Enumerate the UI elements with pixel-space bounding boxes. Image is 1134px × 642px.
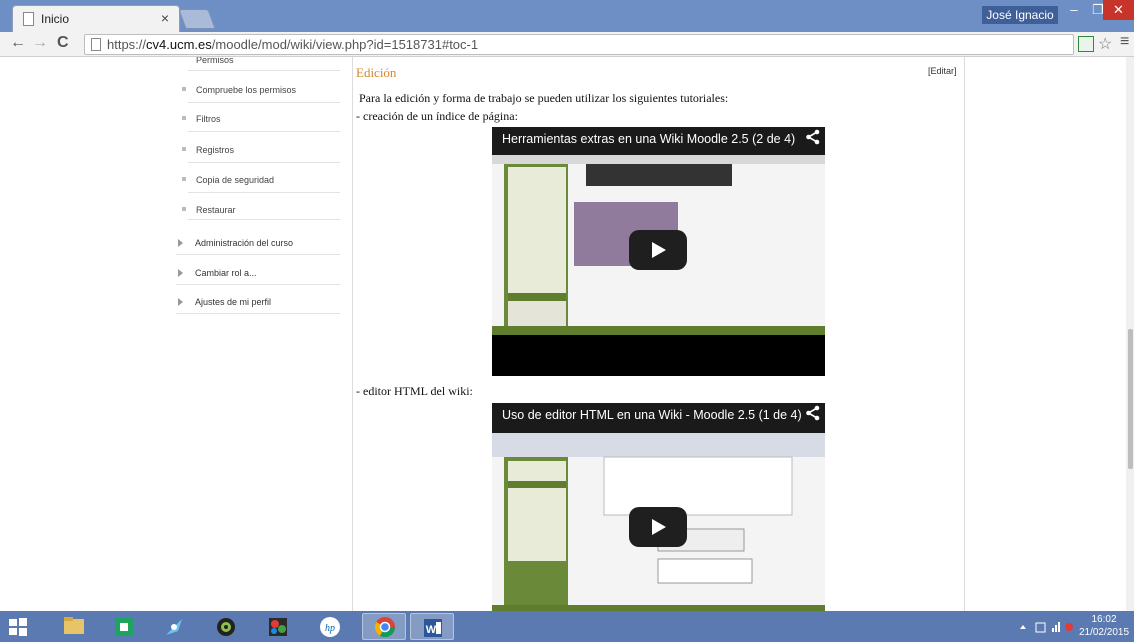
share-icon[interactable] bbox=[805, 405, 821, 421]
play-button[interactable] bbox=[629, 230, 687, 270]
svg-text:hp: hp bbox=[325, 623, 335, 634]
expand-arrow-icon bbox=[178, 298, 183, 306]
camera-app-icon[interactable] bbox=[204, 613, 248, 640]
windows-taskbar: hp W 16:02 21/02/2015 bbox=[0, 611, 1134, 642]
divider bbox=[188, 162, 340, 163]
url-text: https://cv4.ucm.es/moodle/mod/wiki/view.… bbox=[107, 37, 479, 52]
clock-date: 21/02/2015 bbox=[1078, 627, 1130, 638]
expand-arrow-icon bbox=[178, 239, 183, 247]
back-icon[interactable]: ← bbox=[10, 34, 26, 52]
column-divider bbox=[964, 57, 965, 611]
sidebar-item-registros[interactable]: Registros bbox=[182, 145, 234, 155]
word-icon[interactable]: W bbox=[410, 613, 454, 640]
sidebar-item-compruebe-permisos[interactable]: Compruebe los permisos bbox=[182, 85, 296, 95]
bullet-icon bbox=[182, 147, 186, 151]
sidebar-item-cambiar-rol[interactable]: Cambiar rol a... bbox=[178, 268, 257, 278]
menu-icon[interactable]: ≡ bbox=[1120, 33, 1129, 51]
edit-link[interactable]: [Editar] bbox=[928, 66, 957, 76]
divider bbox=[176, 313, 340, 314]
bullet-icon bbox=[182, 87, 186, 91]
screen: Inicio × José Ignacio – ❐ ✕ ← → C https:… bbox=[0, 0, 1134, 642]
web-page: Permisos Compruebe los permisos Filtros … bbox=[0, 57, 1134, 611]
divider bbox=[188, 219, 340, 220]
video-title[interactable]: Herramientas extras en una Wiki Moodle 2… bbox=[502, 132, 795, 146]
svg-text:W: W bbox=[426, 624, 437, 636]
system-clock[interactable]: 16:02 21/02/2015 bbox=[1078, 613, 1130, 639]
divider bbox=[188, 131, 340, 132]
extension-icon[interactable] bbox=[1078, 36, 1094, 52]
reload-icon[interactable]: C bbox=[57, 34, 69, 52]
tutorial-label-2: - editor HTML del wiki: bbox=[356, 384, 473, 398]
sidebar-item-restaurar[interactable]: Restaurar bbox=[182, 205, 236, 215]
new-tab-button[interactable] bbox=[178, 9, 216, 29]
system-tray bbox=[1020, 622, 1073, 633]
bullet-icon bbox=[182, 177, 186, 181]
windows-start-icon[interactable] bbox=[8, 617, 28, 637]
address-bar[interactable]: https://cv4.ucm.es/moodle/mod/wiki/view.… bbox=[84, 34, 1074, 55]
play-button[interactable] bbox=[629, 507, 687, 547]
sidebar-item-ajustes-perfil[interactable]: Ajustes de mi perfil bbox=[178, 297, 271, 307]
app-rocket-icon[interactable] bbox=[152, 613, 196, 640]
divider bbox=[176, 284, 340, 285]
expand-arrow-icon bbox=[178, 269, 183, 277]
divider bbox=[188, 70, 340, 71]
tab-close-icon[interactable]: × bbox=[161, 10, 169, 26]
tutorial-label-1: - creación de un índice de página: bbox=[356, 109, 518, 123]
hp-icon[interactable]: hp bbox=[308, 613, 352, 640]
network-icon bbox=[1035, 622, 1046, 633]
clock-time: 16:02 bbox=[1091, 614, 1117, 625]
volume-icon bbox=[1065, 623, 1073, 631]
sidebar-item-administracion-curso[interactable]: Administración del curso bbox=[178, 238, 293, 248]
page-icon bbox=[91, 38, 101, 51]
sidebar-item-permisos[interactable]: Permisos bbox=[196, 57, 234, 65]
divider bbox=[176, 254, 340, 255]
tab-title: Inicio bbox=[41, 12, 70, 26]
sidebar-item-filtros[interactable]: Filtros bbox=[182, 114, 221, 124]
section-title: Edición bbox=[356, 65, 397, 80]
chrome-icon[interactable] bbox=[362, 613, 406, 640]
page-icon bbox=[23, 12, 34, 26]
intro-text: Para la edición y forma de trabajo se pu… bbox=[359, 91, 729, 105]
divider bbox=[188, 192, 340, 193]
sidebar-item-copia-seguridad[interactable]: Copia de seguridad bbox=[182, 175, 274, 185]
divider bbox=[188, 102, 340, 103]
minimize-icon[interactable]: – bbox=[1062, 0, 1086, 20]
bullet-icon bbox=[182, 207, 186, 211]
scroll-thumb[interactable] bbox=[1128, 329, 1133, 469]
tray-expand-icon bbox=[1020, 625, 1026, 629]
user-profile-button[interactable]: José Ignacio bbox=[982, 6, 1058, 24]
browser-tab[interactable]: Inicio × bbox=[12, 5, 180, 32]
close-window-icon[interactable]: ✕ bbox=[1103, 0, 1134, 20]
video-player-2[interactable]: Uso de editor HTML en una Wiki - Moodle … bbox=[492, 403, 825, 611]
bookmark-star-icon[interactable]: ☆ bbox=[1098, 34, 1112, 54]
main-content: Edición [Editar] Para la edición y forma… bbox=[352, 57, 964, 611]
forward-icon[interactable]: → bbox=[32, 34, 48, 52]
bullet-icon bbox=[182, 116, 186, 120]
video-player-1[interactable]: Herramientas extras en una Wiki Moodle 2… bbox=[492, 127, 825, 376]
media-app-icon[interactable] bbox=[256, 613, 300, 640]
sidebar: Permisos Compruebe los permisos Filtros … bbox=[0, 57, 352, 611]
store-icon[interactable] bbox=[102, 613, 146, 640]
video-title[interactable]: Uso de editor HTML en una Wiki - Moodle … bbox=[502, 408, 802, 422]
browser-titlebar: Inicio × José Ignacio – ❐ ✕ bbox=[0, 0, 1134, 32]
share-icon[interactable] bbox=[805, 129, 821, 145]
browser-toolbar: ← → C https://cv4.ucm.es/moodle/mod/wiki… bbox=[0, 32, 1134, 57]
file-explorer-icon[interactable] bbox=[52, 613, 96, 640]
